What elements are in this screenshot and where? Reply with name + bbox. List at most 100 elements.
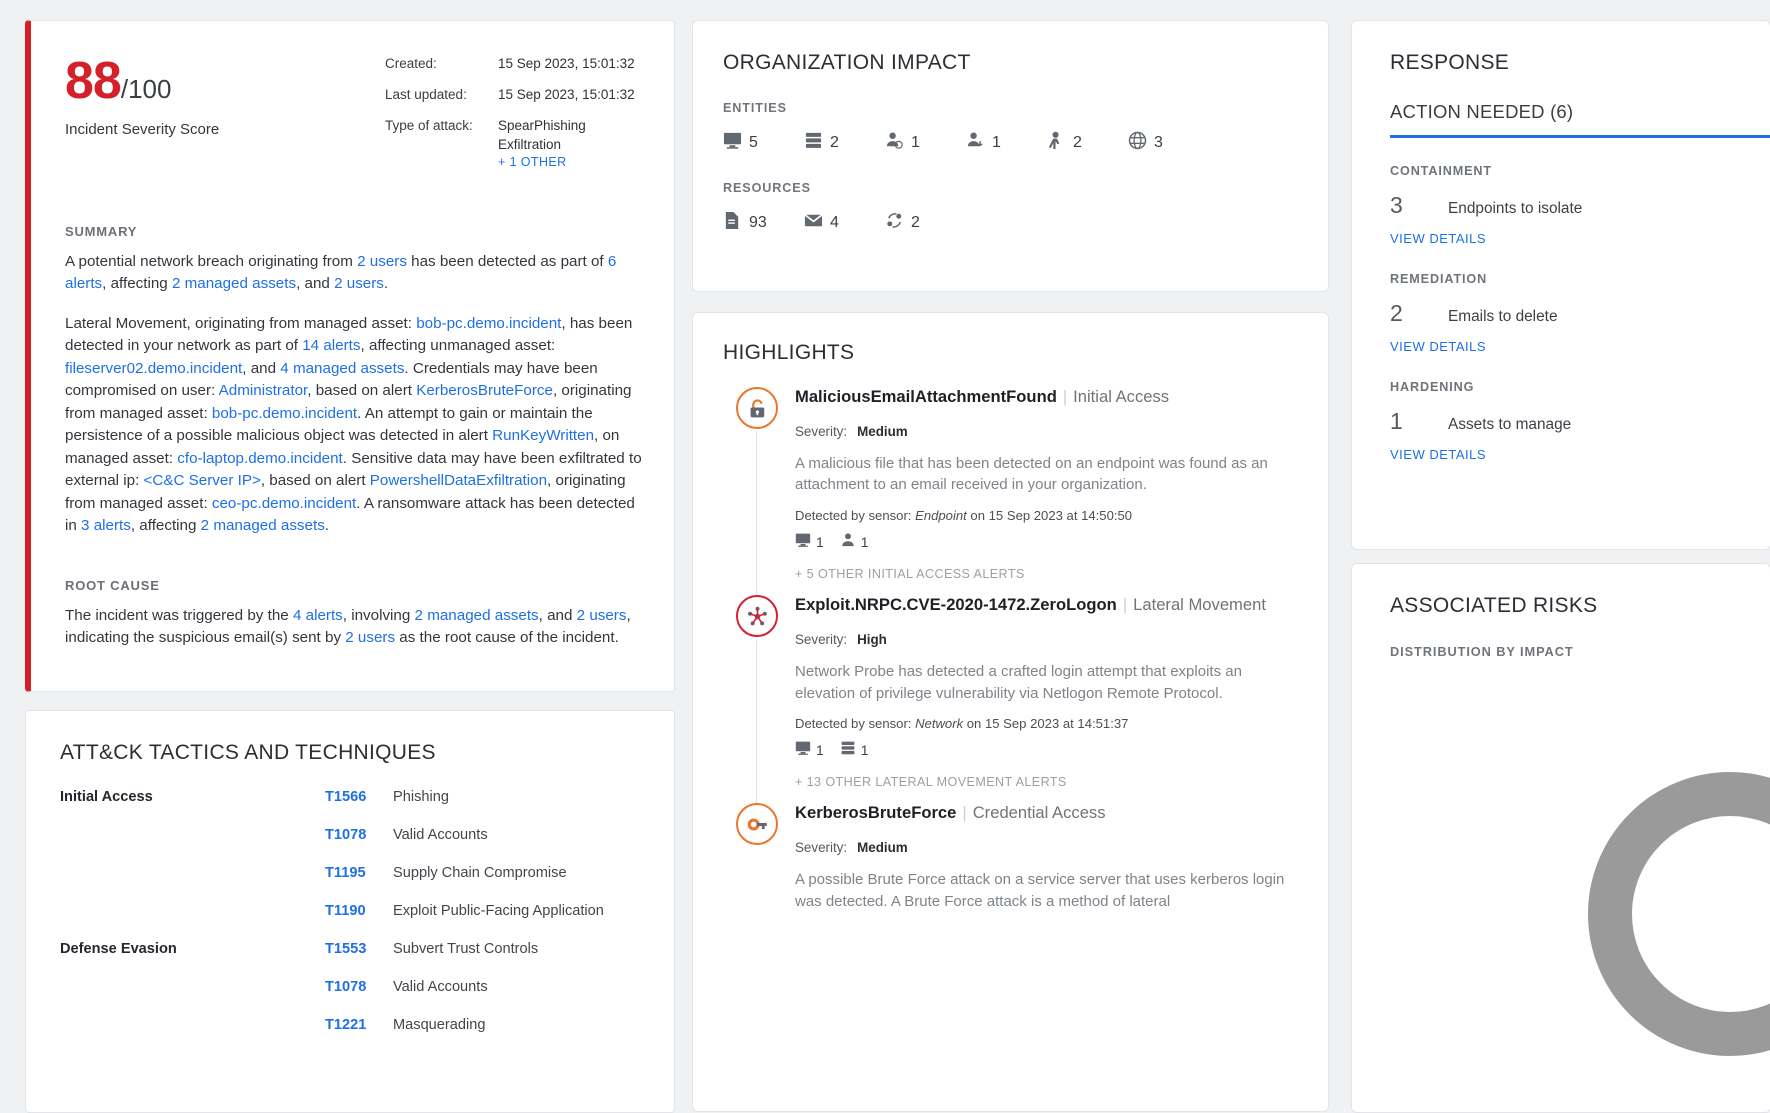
severity-score-label: Incident Severity Score [65,121,220,138]
root-cause-paragraph: The incident was triggered by the 4 aler… [65,606,631,647]
attack-technique-name: Exploit Public-Facing Application [393,903,604,919]
highlight-connector [756,639,757,812]
impact-envelope-item[interactable]: 4 [804,211,885,235]
view-details-link[interactable]: VIEW DETAILS [1390,447,1770,462]
response-groups: CONTAINMENT 3 Endpoints to isolate VIEW DET… [1390,164,1770,462]
response-group-heading: REMEDIATION [1390,272,1488,286]
response-row: 1 Assets to manage [1390,408,1770,435]
highlight-more-alerts-link[interactable]: + 5 OTHER INITIAL ACCESS ALERTS [795,567,1298,581]
inline-entity-link[interactable]: 2 users [334,275,384,292]
highlight-more-alerts-link[interactable]: + 13 OTHER LATERAL MOVEMENT ALERTS [795,775,1298,789]
inline-entity-link[interactable]: 2 users [357,253,407,270]
view-details-link[interactable]: VIEW DETAILS [1390,231,1770,246]
inline-entity-link[interactable]: 2 managed assets [172,275,296,292]
inline-entity-link[interactable]: cfo-laptop.demo.incident [177,450,342,467]
sensor-name: Network [915,716,964,732]
inline-entity-link[interactable]: 2 users [577,607,627,624]
highlight-alert-name: Exploit.NRPC.CVE-2020-1472.ZeroLogon [795,595,1117,615]
attack-technique-id[interactable]: T1190 [325,903,393,941]
impact-globe-item[interactable]: 3 [1128,131,1209,155]
attack-technique-id[interactable]: T1078 [325,979,393,1017]
attack-technique-id[interactable]: T1566 [325,789,393,827]
inline-entity-link[interactable]: fileserver02.demo.incident [65,360,242,377]
organization-impact-title: ORGANIZATION IMPACT [723,51,971,74]
highlight-description: A malicious file that has been detected … [795,454,1268,494]
inline-entity-link[interactable]: 2 users [345,629,395,646]
inline-entity-link[interactable]: <C&C Server IP> [144,472,261,489]
highlight-entity-counts: 11 [795,740,1298,759]
highlight-item[interactable]: Exploit.NRPC.CVE-2020-1472.ZeroLogon | Lat… [723,595,1298,812]
impact-server-item[interactable]: 2 [804,131,885,155]
highlight-item[interactable]: KerberosBruteForce | Credential Access Seve… [723,803,1298,926]
unlock-icon [736,387,778,429]
impact-user-activity-item[interactable]: 2 [1047,131,1128,155]
file-icon [723,211,742,235]
meta-value-updated: 15 Sep 2023, 15:01:32 [498,87,635,103]
attack-techniques-table: Initial Access T1566 Phishing T1078 Valid Ac… [60,789,640,1055]
meta-row-updated: Last updated: 15 Sep 2023, 15:01:32 [385,86,635,117]
highlight-severity-value: Medium [857,423,908,439]
severity-score-denominator: /100 [120,74,172,104]
highlight-count-value: 1 [816,741,824,758]
inline-entity-link[interactable]: PowershellDataExfiltration [370,472,547,489]
inline-entity-link[interactable]: 2 managed assets [415,607,539,624]
highlight-description: Network Probe has detected a crafted log… [795,662,1242,702]
highlight-separator: | [1122,595,1128,615]
table-row: T1190 Exploit Public-Facing Application [60,903,640,941]
inline-entity-link[interactable]: 3 alerts [81,517,131,534]
inline-entity-link[interactable]: bob-pc.demo.incident [416,315,561,332]
highlight-item[interactable]: MaliciousEmailAttachmentFound | Initial Ac… [723,387,1298,604]
impact-process-item[interactable]: 2 [885,211,966,235]
inline-entity-link[interactable]: Administrator [219,382,308,399]
inline-entity-link[interactable]: 14 alerts [302,337,360,354]
inline-entity-link[interactable]: RunKeyWritten [492,427,594,444]
inline-entity-link[interactable]: 4 alerts [293,607,343,624]
attack-tactic [60,827,325,865]
impact-endpoint-item[interactable]: 5 [723,131,804,155]
tab-active-underline [1390,135,1770,138]
view-details-link[interactable]: VIEW DETAILS [1390,339,1770,354]
attack-technique-id[interactable]: T1553 [325,941,393,979]
inline-entity-link[interactable]: 2 managed assets [201,517,325,534]
inline-entity-link[interactable]: ceo-pc.demo.incident [212,495,356,512]
attack-type-more-link[interactable]: + 1 OTHER [498,154,635,171]
impact-user-download-item[interactable]: 1 [966,131,1047,155]
impact-count: 2 [911,214,920,231]
sensor-timestamp: on 15 Sep 2023 at 14:51:37 [963,716,1129,732]
root-cause-heading: ROOT CAUSE [65,577,160,593]
attack-tactic: Defense Evasion [60,941,177,957]
attack-technique-id[interactable]: T1221 [325,1017,393,1055]
inline-entity-link[interactable]: bob-pc.demo.incident [212,405,357,422]
attack-card-title: ATT&CK TACTICS AND TECHNIQUES [60,741,436,764]
response-group: REMEDIATION 2 Emails to delete VIEW DETAILS [1390,272,1770,354]
highlight-count-value: 1 [816,533,824,550]
table-row: Defense Evasion T1553 Subvert Trust Contro… [60,941,640,979]
tab-action-needed[interactable]: ACTION NEEDED (6) [1390,101,1770,123]
meta-value-created: 15 Sep 2023, 15:01:32 [498,56,635,71]
impact-file-item[interactable]: 93 [723,211,804,235]
response-count: 1 [1390,408,1403,434]
highlight-description: A possible Brute Force attack on a servi… [795,871,1285,910]
severity-score-value: 88 [65,52,122,110]
highlight-title: KerberosBruteForce | Credential Access [795,803,1298,824]
attack-technique-name: Valid Accounts [393,979,488,995]
attack-technique-id[interactable]: T1078 [325,827,393,865]
entities-heading: ENTITIES [723,101,787,115]
attack-technique-name: Subvert Trust Controls [393,941,539,957]
meta-row-attack-type: Type of attack: SpearPhishing Exfiltratio… [385,117,635,183]
impact-user-clock-item[interactable]: 1 [885,131,966,155]
incident-dashboard: 88/100 Incident Severity Score Created: … [0,0,1770,1113]
highlight-count-item: 1 [795,740,824,759]
endpoint-icon [795,532,811,551]
table-row: T1221 Masquerading [60,1017,640,1055]
attack-tactic: Initial Access [60,789,153,805]
highlight-tactic: Lateral Movement [1133,595,1266,615]
inline-entity-link[interactable]: 4 managed assets [280,360,404,377]
inline-entity-link[interactable]: KerberosBruteForce [416,382,553,399]
impact-count: 3 [1154,134,1163,151]
attack-technique-id[interactable]: T1195 [325,865,393,903]
highlights-list: MaliciousEmailAttachmentFound | Initial Ac… [723,387,1298,927]
attack-technique-name: Valid Accounts [393,827,488,843]
highlight-separator: | [1062,387,1068,406]
table-row: T1078 Valid Accounts [60,827,640,865]
